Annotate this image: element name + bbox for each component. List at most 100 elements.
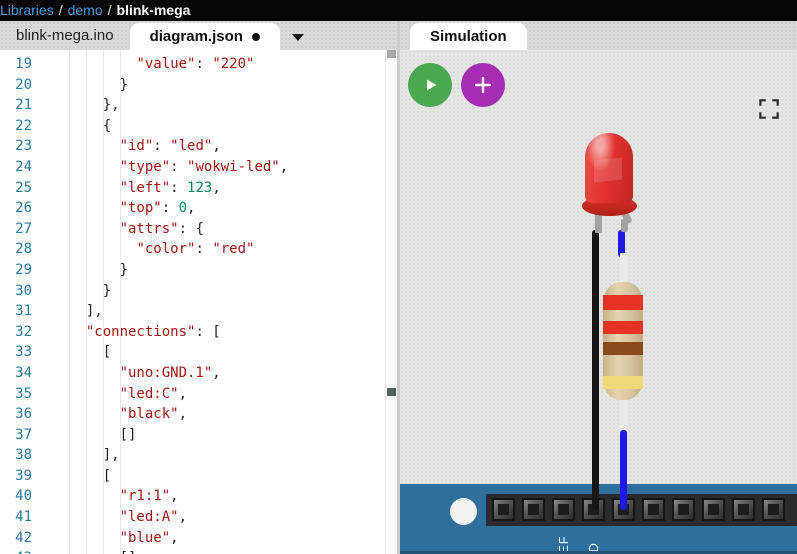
code-line[interactable]: 25 "left": 123, [0, 178, 397, 199]
line-number: 32 [15, 323, 32, 340]
code-text: [ [102, 467, 112, 484]
line-number: 19 [15, 56, 32, 72]
fullscreen-button[interactable] [755, 95, 783, 123]
code-editor[interactable]: 19 "value": "220" 20 } 21 }, 22 {23 "id": "… [0, 50, 397, 554]
line-number: 36 [15, 406, 32, 423]
code-text: "left": 123, [119, 179, 221, 196]
line-number: 37 [15, 426, 32, 443]
pin-header [486, 494, 797, 526]
line-number: 24 [15, 158, 32, 175]
code-line[interactable]: 40 "r1:1", [0, 486, 397, 507]
code-text: } [102, 282, 112, 299]
code-line[interactable]: 36 "black", [0, 404, 397, 425]
code-text: "value": "220" [136, 56, 255, 72]
pin-socket[interactable] [552, 498, 575, 521]
line-number: 29 [15, 261, 32, 278]
code-line[interactable]: 28 "color": "red" [0, 239, 397, 260]
code-line[interactable]: 43 [] [0, 548, 397, 554]
code-text: }, [102, 97, 120, 114]
line-number: 25 [15, 179, 32, 196]
fullscreen-icon [759, 99, 779, 119]
tab-blink-mega-ino[interactable]: blink-mega.ino [0, 21, 130, 50]
code-line[interactable]: 30 } [0, 281, 397, 302]
pin-socket[interactable] [732, 498, 755, 521]
resistor-band [603, 321, 643, 334]
code-line[interactable]: 34 "uno:GND.1", [0, 363, 397, 384]
code-text: "r1:1", [119, 488, 179, 505]
add-part-button[interactable] [461, 63, 505, 107]
line-number: 28 [15, 241, 32, 258]
editor-scrollbar[interactable] [385, 50, 397, 554]
tab-label: blink-mega.ino [16, 27, 114, 44]
line-number: 20 [15, 76, 32, 93]
code-line[interactable]: 23 "id": "led", [0, 136, 397, 157]
code-line[interactable]: 38 ], [0, 445, 397, 466]
code-line[interactable]: 32 "connections": [ [0, 322, 397, 343]
scrollbar-marker [387, 388, 396, 396]
code-text: "uno:GND.1", [119, 364, 221, 381]
code-line[interactable]: 20 } [0, 75, 397, 96]
tab-simulation[interactable]: Simulation [410, 23, 527, 50]
code-line[interactable]: 26 "top": 0, [0, 198, 397, 219]
code-line[interactable]: 24 "type": "wokwi-led", [0, 157, 397, 178]
pin-socket[interactable] [492, 498, 515, 521]
editor-tabbar: blink-mega.ino diagram.json [0, 21, 397, 50]
code-line[interactable]: 31 ], [0, 301, 397, 322]
line-number: 27 [15, 220, 32, 237]
line-number: 38 [15, 447, 32, 464]
pin-socket[interactable] [762, 498, 785, 521]
pin-socket[interactable] [522, 498, 545, 521]
tab-diagram-json[interactable]: diagram.json [129, 23, 280, 50]
mounting-hole [450, 498, 477, 525]
pin-socket[interactable] [642, 498, 665, 521]
line-number: 34 [15, 364, 32, 381]
pin-socket[interactable] [672, 498, 695, 521]
code-text: "connections": [ [85, 323, 221, 340]
tab-label: Simulation [430, 28, 507, 45]
code-text: "led:A", [119, 509, 188, 526]
code-line[interactable]: 21 }, [0, 95, 397, 116]
code-line[interactable]: 33 [ [0, 342, 397, 363]
code-text: [ [102, 344, 112, 361]
resistor-band [603, 376, 643, 389]
led-part[interactable] [585, 133, 633, 203]
code-text: ], [102, 447, 120, 464]
code-line[interactable]: 22 { [0, 116, 397, 137]
add-part-icon [474, 76, 492, 94]
play-button[interactable] [408, 63, 452, 107]
chevron-down-icon[interactable] [291, 34, 304, 41]
led-anode-leg [621, 219, 628, 232]
code-line[interactable]: 19 "value": "220" [0, 54, 397, 75]
code-line[interactable]: 29 } [0, 260, 397, 281]
code-text: [] [32, 548, 137, 554]
wire-black-gnd[interactable] [592, 230, 599, 510]
breadcrumb-link-demo[interactable]: demo [68, 0, 103, 21]
code-text: ], [85, 303, 103, 320]
code-line[interactable]: 37 [] [0, 425, 397, 446]
breadcrumb-link-libraries[interactable]: Libraries [0, 0, 54, 21]
line-number: 33 [15, 344, 32, 361]
code-line[interactable]: 41 "led:A", [0, 507, 397, 528]
code-text: "blue", [119, 529, 179, 546]
code-text: "type": "wokwi-led", [119, 158, 289, 175]
code-text: "color": "red" [136, 241, 255, 258]
line-number: 31 [15, 303, 32, 320]
pin-socket[interactable] [702, 498, 725, 521]
code-line[interactable]: 39 [ [0, 466, 397, 487]
simulation-canvas[interactable]: AREFGND1312111098 [400, 50, 797, 554]
resistor-band [603, 342, 643, 355]
code-text: "black", [119, 406, 188, 423]
line-number: 43 [0, 548, 32, 554]
line-number: 41 [15, 509, 32, 526]
simulation-tabbar: Simulation [400, 21, 797, 50]
resistor-part[interactable] [603, 282, 643, 400]
line-number: 39 [15, 467, 32, 484]
line-number: 23 [15, 138, 32, 155]
scrollbar-marker [387, 50, 396, 58]
line-number: 30 [15, 282, 32, 299]
code-lines: 19 "value": "220" 20 } 21 }, 22 {23 "id": "… [0, 50, 397, 554]
code-line[interactable]: 42 "blue", [0, 528, 397, 549]
wire-blue-pin13[interactable] [620, 430, 627, 510]
code-line[interactable]: 35 "led:C", [0, 384, 397, 405]
code-line[interactable]: 27 "attrs": { [0, 219, 397, 240]
